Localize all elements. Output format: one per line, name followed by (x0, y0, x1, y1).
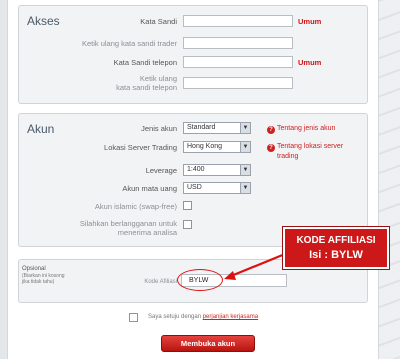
affiliate-callout: KODE AFFILIASI Isi : BYLW (283, 227, 389, 269)
callout-arrow (224, 252, 286, 280)
callout-line-1: KODE AFFILIASI (296, 235, 376, 246)
arrow-line (230, 252, 286, 278)
callout-line-2: Isi : BYLW (309, 249, 363, 261)
arrow-head (224, 271, 236, 280)
